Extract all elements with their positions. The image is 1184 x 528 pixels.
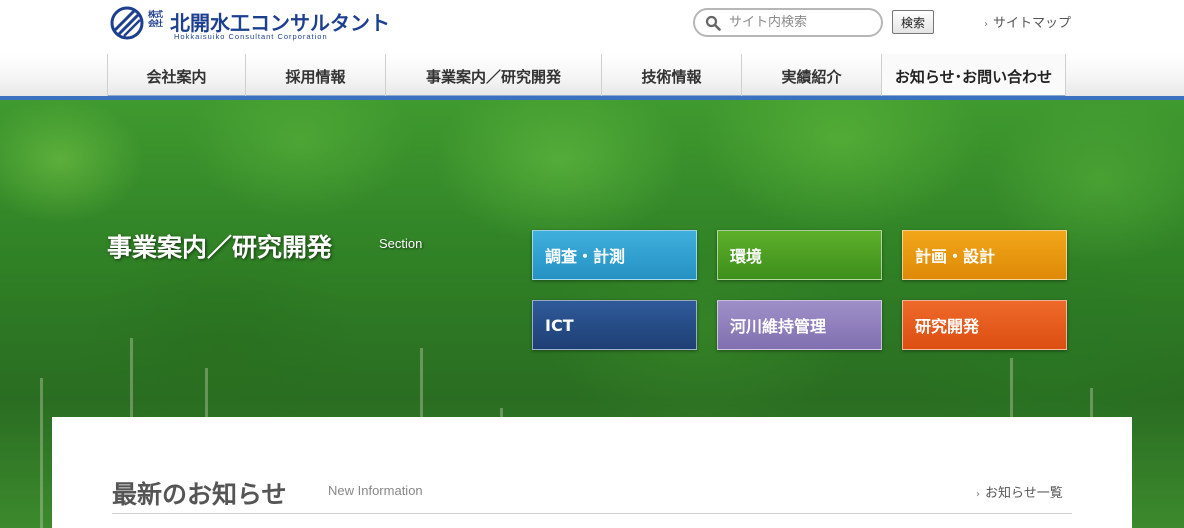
- page-title: 事業案内／研究開発: [107, 233, 333, 262]
- logo-kabushiki: 株式会社: [148, 10, 163, 28]
- chevron-right-icon: ›: [984, 19, 988, 30]
- search-button[interactable]: 検索: [892, 10, 934, 34]
- news-title: 最新のお知らせ: [112, 480, 287, 509]
- sitemap-link[interactable]: › サイトマップ: [984, 12, 1071, 31]
- chevron-right-icon: ›: [976, 489, 980, 500]
- nav-item-technology[interactable]: 技術情報: [602, 54, 742, 98]
- news-subtitle: New Information: [328, 483, 423, 498]
- nav-item-works[interactable]: 実績紹介: [742, 54, 882, 98]
- news-list-label: お知らせ一覧: [985, 486, 1063, 501]
- nav-item-recruit[interactable]: 採用情報: [246, 54, 386, 98]
- company-logo-icon: [110, 6, 144, 40]
- page-subtitle: Section: [379, 236, 423, 251]
- nav-item-company[interactable]: 会社案内: [107, 54, 246, 98]
- category-river-maintenance-button[interactable]: 河川維持管理: [717, 300, 882, 350]
- news-list-link[interactable]: › お知らせ一覧: [976, 482, 1063, 501]
- category-survey-button[interactable]: 調査・計測: [532, 230, 697, 280]
- news-divider: [112, 513, 1072, 514]
- category-planning-button[interactable]: 計画・設計: [902, 230, 1067, 280]
- global-nav: 会社案内 採用情報 事業案内／研究開発 技術情報 実績紹介 お知らせ･お問い合わ…: [0, 54, 1184, 98]
- search-icon: [705, 15, 721, 31]
- search-input[interactable]: [729, 15, 869, 30]
- nav-item-business[interactable]: 事業案内／研究開発: [386, 54, 602, 98]
- search-box: [693, 8, 883, 37]
- tree-trunk: [40, 378, 43, 528]
- category-ict-button[interactable]: ICT: [532, 300, 697, 350]
- site-header: 株式会社 北開水工コンサルタント Hokkaisuiko Consultant …: [0, 0, 1184, 54]
- logo-wordmark: 株式会社 北開水工コンサルタント Hokkaisuiko Consultant …: [148, 6, 390, 42]
- site-logo[interactable]: 株式会社 北開水工コンサルタント Hokkaisuiko Consultant …: [110, 6, 390, 42]
- category-environment-button[interactable]: 環境: [717, 230, 882, 280]
- sitemap-label: サイトマップ: [993, 16, 1072, 31]
- logo-english-name: Hokkaisuiko Consultant Corporation: [174, 32, 328, 41]
- category-research-button[interactable]: 研究開発: [902, 300, 1067, 350]
- nav-item-news-contact[interactable]: お知らせ･お問い合わせ: [882, 54, 1066, 98]
- news-panel: 最新のお知らせ New Information › お知らせ一覧: [52, 417, 1132, 528]
